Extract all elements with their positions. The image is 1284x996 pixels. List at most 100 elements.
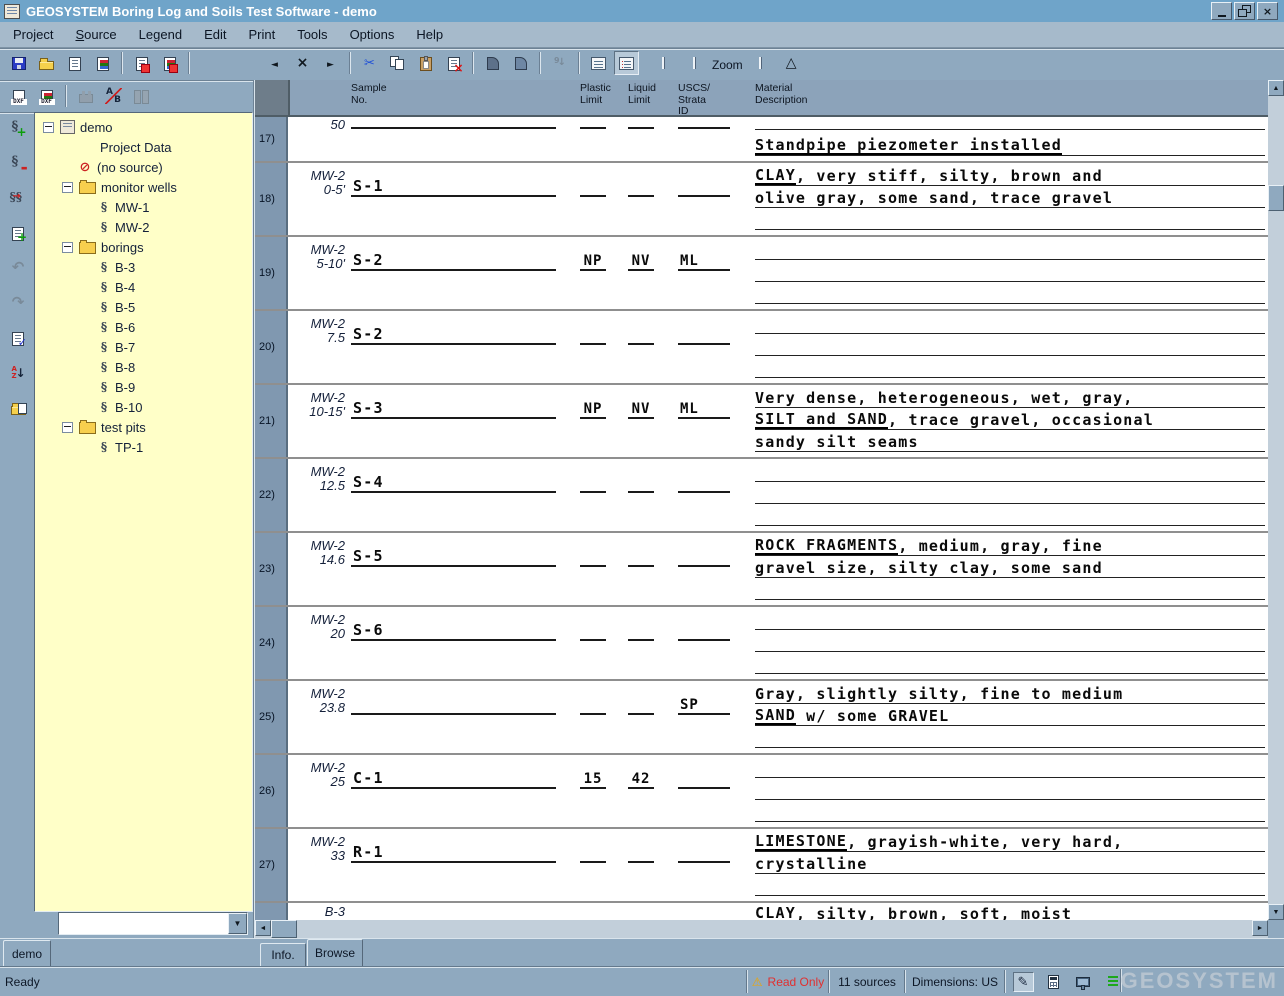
tree-item-tp-1[interactable]: §TP-1	[35, 437, 252, 457]
description-line[interactable]	[755, 240, 1265, 260]
menu-project[interactable]: Project	[2, 23, 64, 46]
menu-print[interactable]: Print	[237, 23, 286, 46]
description-line[interactable]	[755, 610, 1265, 630]
sample-no-field[interactable]: S-4	[351, 467, 556, 493]
description-line[interactable]: LIMESTONE, grayish-white, very hard,	[755, 832, 1265, 852]
export-dxf-button[interactable]	[6, 84, 31, 108]
description-line[interactable]: CLAY, silty, brown, soft, moist	[755, 903, 1265, 920]
menu-edit[interactable]: Edit	[193, 23, 237, 46]
tree-expander-icon[interactable]	[62, 242, 73, 253]
plastic-limit-field[interactable]	[580, 113, 606, 129]
combobox-value[interactable]	[59, 913, 228, 934]
description-line[interactable]	[755, 110, 1265, 130]
plastic-limit-field[interactable]	[580, 625, 606, 641]
row-number[interactable]	[255, 903, 288, 920]
log-report-remove-button[interactable]	[129, 51, 154, 75]
row-number[interactable]: 18)	[255, 163, 288, 235]
menu-options[interactable]: Options	[339, 23, 406, 46]
remove-boring-button[interactable]	[6, 151, 31, 175]
tree-item-demo[interactable]: demo	[35, 117, 252, 137]
tree-item-b-4[interactable]: §B-4	[35, 277, 252, 297]
report-page-button[interactable]	[480, 51, 505, 75]
tree-item-borings[interactable]: borings	[35, 237, 252, 257]
minimize-icon[interactable]	[1211, 2, 1232, 20]
sort-records-button[interactable]	[547, 51, 572, 75]
sample-no-field[interactable]: S-5	[351, 541, 556, 567]
row-number[interactable]: 21)	[255, 385, 288, 457]
tree-item-project-data[interactable]: Project Data	[35, 137, 252, 157]
description-line[interactable]	[755, 358, 1265, 378]
uscs-strata-field[interactable]	[678, 329, 730, 345]
sample-no-field[interactable]: C-1	[351, 763, 556, 789]
description-line[interactable]: Gray, slightly silty, fine to medium	[755, 684, 1265, 704]
columns-button[interactable]	[129, 84, 154, 108]
plastic-limit-field[interactable]	[580, 699, 606, 715]
vertical-scroll-thumb[interactable]	[1268, 185, 1284, 211]
liquid-limit-field[interactable]	[628, 699, 654, 715]
row-number[interactable]: 19)	[255, 237, 288, 309]
description-line[interactable]	[755, 580, 1265, 600]
tab-project-demo[interactable]: demo	[3, 940, 51, 966]
delete-record-button[interactable]	[290, 51, 315, 75]
restore-icon[interactable]	[1234, 2, 1255, 20]
row-number[interactable]: 24)	[255, 607, 288, 679]
copy-button[interactable]	[385, 51, 410, 75]
liquid-limit-field[interactable]	[628, 477, 654, 493]
monitor-button[interactable]	[1073, 972, 1094, 992]
sample-no-field[interactable]: S-1	[351, 171, 556, 197]
plastic-limit-field[interactable]	[580, 181, 606, 197]
description-line[interactable]	[755, 876, 1265, 896]
tree-item-b-7[interactable]: §B-7	[35, 337, 252, 357]
tree-item-mw-1[interactable]: §MW-1	[35, 197, 252, 217]
tree-item-monitor-wells[interactable]: monitor wells	[35, 177, 252, 197]
uscs-strata-field[interactable]: SP	[678, 699, 730, 715]
description-line[interactable]	[755, 802, 1265, 822]
description-line[interactable]	[755, 462, 1265, 482]
row-number[interactable]: 26)	[255, 755, 288, 827]
source-combobox[interactable]: ▼	[58, 912, 248, 935]
vertical-scrollbar[interactable]: ▲ ▼	[1268, 80, 1284, 920]
row-number[interactable]: 22)	[255, 459, 288, 531]
edit-notes-button[interactable]	[1013, 972, 1034, 992]
open-report-button[interactable]	[6, 396, 31, 420]
horizontal-scrollbar[interactable]: ◄ ►	[255, 920, 1268, 938]
horizontal-scroll-track[interactable]	[297, 920, 1252, 938]
funnel-button[interactable]	[779, 51, 804, 75]
export-dxf-graphic-button[interactable]	[34, 84, 59, 108]
uscs-strata-field[interactable]	[678, 181, 730, 197]
sample-no-field[interactable]: S-3	[351, 393, 556, 419]
scroll-down-icon[interactable]: ▼	[1268, 904, 1284, 920]
horizontal-scroll-thumb[interactable]	[271, 920, 297, 938]
menu-tools[interactable]: Tools	[286, 23, 338, 46]
transfer-borings-button[interactable]	[6, 186, 31, 210]
cut-button[interactable]	[357, 51, 382, 75]
description-line[interactable]: CLAY, very stiff, silty, brown and	[755, 166, 1265, 186]
uscs-strata-field[interactable]: ML	[678, 403, 730, 419]
prev-record-button[interactable]	[262, 51, 287, 75]
graphic-log-remove-button[interactable]	[157, 51, 182, 75]
description-line[interactable]: olive gray, some sand, trace gravel	[755, 188, 1265, 208]
open-button[interactable]	[34, 51, 59, 75]
delete-rows-button[interactable]	[441, 51, 466, 75]
description-line[interactable]	[755, 210, 1265, 230]
redo-button[interactable]	[6, 291, 31, 315]
tree-item-b-8[interactable]: §B-8	[35, 357, 252, 377]
liquid-limit-field[interactable]	[628, 113, 654, 129]
menu-help[interactable]: Help	[405, 23, 454, 46]
uscs-strata-field[interactable]: ML	[678, 255, 730, 271]
tree-item-b-6[interactable]: §B-6	[35, 317, 252, 337]
liquid-limit-field[interactable]	[628, 625, 654, 641]
menu-legend[interactable]: Legend	[128, 23, 193, 46]
undo-button[interactable]	[6, 256, 31, 280]
add-report-button[interactable]	[6, 221, 31, 245]
description-line[interactable]	[755, 336, 1265, 356]
calculator-button[interactable]	[1043, 972, 1064, 992]
scroll-left-icon[interactable]: ◄	[255, 920, 271, 936]
uscs-strata-field[interactable]	[678, 773, 730, 789]
spellcheck-button[interactable]	[6, 326, 31, 350]
description-line[interactable]	[755, 632, 1265, 652]
tree-item-b-3[interactable]: §B-3	[35, 257, 252, 277]
description-line[interactable]: SAND w/ some GRAVEL	[755, 706, 1265, 726]
liquid-limit-field[interactable]	[628, 329, 654, 345]
description-line[interactable]: sandy silt seams	[755, 432, 1265, 452]
